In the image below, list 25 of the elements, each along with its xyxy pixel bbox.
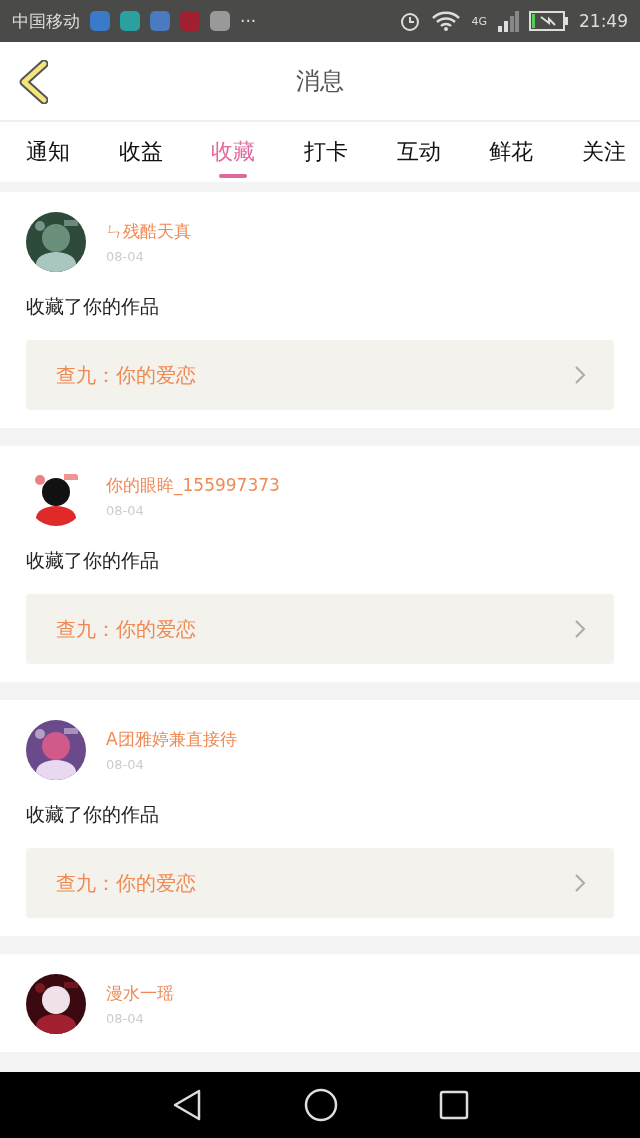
tab[interactable]: 关注: [581, 122, 626, 182]
more-notifications: ···: [240, 11, 257, 31]
user-name[interactable]: 你的眼眸_155997373: [106, 474, 280, 497]
message-text: 收藏了你的作品: [26, 294, 160, 319]
user-name[interactable]: A团雅婷兼直接待: [106, 728, 237, 751]
work-title: 查九：你的爱恋: [56, 361, 196, 389]
work-title: 查九：你的爱恋: [56, 869, 196, 897]
tab[interactable]: 收益: [118, 122, 163, 182]
user-name[interactable]: 漫水一瑶: [106, 982, 174, 1005]
user-name[interactable]: ㄣ残酷天真: [106, 220, 191, 243]
tab[interactable]: 互动: [396, 122, 441, 182]
work-title: 查九：你的爱恋: [56, 615, 196, 643]
tab[interactable]: 通知: [26, 122, 70, 182]
work-link[interactable]: 查九：你的爱恋: [26, 594, 614, 664]
message-text: 收藏了你的作品: [26, 802, 160, 827]
clock-time: 21:49: [579, 11, 628, 31]
tab[interactable]: 打卡: [303, 122, 348, 182]
message-text: 收藏了你的作品: [26, 548, 160, 573]
tab[interactable]: 鲜花: [489, 122, 534, 182]
carrier-name: 中国移动: [12, 9, 80, 33]
work-link[interactable]: 查九：你的爱恋: [26, 340, 614, 410]
work-link[interactable]: 查九：你的爱恋: [26, 848, 614, 918]
page-title: 消息: [296, 66, 344, 97]
tab[interactable]: 收藏: [211, 122, 256, 182]
network-label: 4G: [471, 14, 487, 28]
